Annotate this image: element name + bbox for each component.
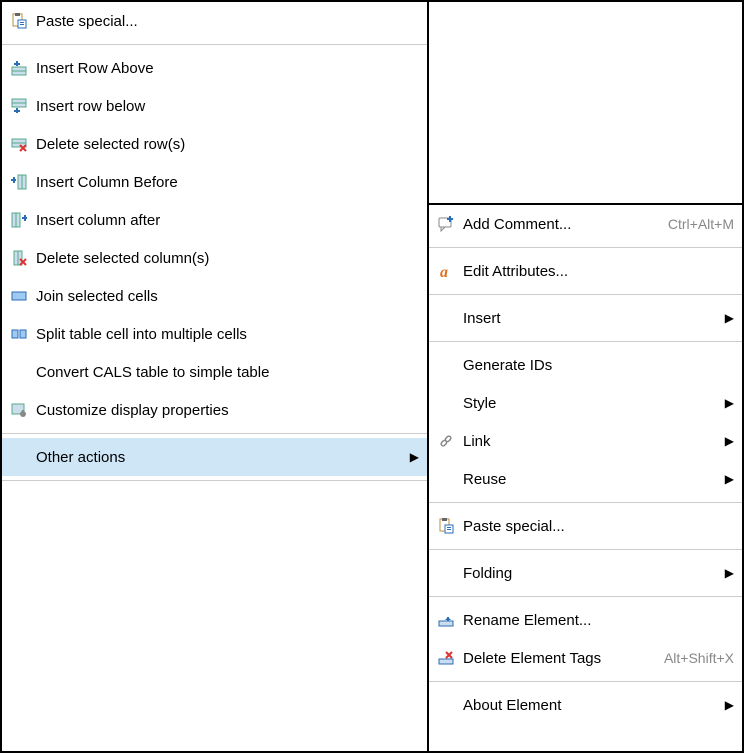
delete-element-tags-icon bbox=[437, 649, 455, 667]
menu-label: Reuse bbox=[463, 471, 722, 488]
submenu-arrow-icon: ▶ bbox=[722, 698, 734, 712]
paste-special-item-right[interactable]: Paste special... bbox=[429, 507, 742, 545]
separator bbox=[429, 341, 742, 342]
delete-selected-columns-item[interactable]: Delete selected column(s) bbox=[2, 239, 427, 277]
separator bbox=[2, 480, 427, 481]
submenu-arrow-icon: ▶ bbox=[407, 450, 419, 464]
separator bbox=[429, 294, 742, 295]
insert-row-above-item[interactable]: Insert Row Above bbox=[2, 49, 427, 87]
separator bbox=[429, 549, 742, 550]
paste-special-icon bbox=[10, 12, 28, 30]
split-table-cell-item[interactable]: Split table cell into multiple cells bbox=[2, 315, 427, 353]
menu-label: Link bbox=[463, 433, 722, 450]
insert-column-before-item[interactable]: Insert Column Before bbox=[2, 163, 427, 201]
insert-column-after-item[interactable]: Insert column after bbox=[2, 201, 427, 239]
svg-text:a: a bbox=[440, 264, 448, 279]
menu-label: Split table cell into multiple cells bbox=[36, 326, 419, 343]
menu-label: Convert CALS table to simple table bbox=[36, 364, 419, 381]
delete-element-tags-item[interactable]: Delete Element Tags Alt+Shift+X bbox=[429, 639, 742, 677]
paste-special-icon bbox=[437, 517, 455, 535]
edit-attributes-icon: a bbox=[437, 262, 455, 280]
separator bbox=[429, 596, 742, 597]
other-actions-item[interactable]: Other actions ▶ bbox=[2, 438, 427, 476]
link-submenu-item[interactable]: Link ▶ bbox=[429, 422, 742, 460]
convert-cals-table-item[interactable]: Convert CALS table to simple table bbox=[2, 353, 427, 391]
menu-label: Other actions bbox=[36, 449, 407, 466]
menu-label: Insert bbox=[463, 310, 722, 327]
delete-rows-icon bbox=[10, 135, 28, 153]
separator bbox=[429, 681, 742, 682]
menu-label: Delete selected column(s) bbox=[36, 250, 419, 267]
submenu-arrow-icon: ▶ bbox=[722, 434, 734, 448]
delete-selected-rows-item[interactable]: Delete selected row(s) bbox=[2, 125, 427, 163]
rename-element-icon bbox=[437, 611, 455, 629]
menu-label: Delete Element Tags bbox=[463, 650, 658, 667]
menu-label: Generate IDs bbox=[463, 357, 734, 374]
separator bbox=[429, 502, 742, 503]
split-cell-icon bbox=[10, 325, 28, 343]
menu-label: Rename Element... bbox=[463, 612, 734, 629]
rename-element-item[interactable]: Rename Element... bbox=[429, 601, 742, 639]
insert-row-above-icon bbox=[10, 59, 28, 77]
menu-label: Style bbox=[463, 395, 722, 412]
menu-label: Add Comment... bbox=[463, 216, 662, 233]
right-submenu: Add Comment... Ctrl+Alt+M a Edit Attribu… bbox=[427, 203, 744, 753]
join-selected-cells-item[interactable]: Join selected cells bbox=[2, 277, 427, 315]
add-comment-icon bbox=[437, 215, 455, 233]
paste-special-item[interactable]: Paste special... bbox=[2, 2, 427, 40]
separator bbox=[2, 433, 427, 434]
submenu-arrow-icon: ▶ bbox=[722, 311, 734, 325]
menu-label: Insert column after bbox=[36, 212, 419, 229]
submenu-arrow-icon: ▶ bbox=[722, 566, 734, 580]
edit-attributes-item[interactable]: a Edit Attributes... bbox=[429, 252, 742, 290]
menu-label: Folding bbox=[463, 565, 722, 582]
about-element-submenu-item[interactable]: About Element ▶ bbox=[429, 686, 742, 724]
menu-label: Edit Attributes... bbox=[463, 263, 734, 280]
add-comment-item[interactable]: Add Comment... Ctrl+Alt+M bbox=[429, 205, 742, 243]
menu-label: Insert Row Above bbox=[36, 60, 419, 77]
separator bbox=[2, 44, 427, 45]
style-submenu-item[interactable]: Style ▶ bbox=[429, 384, 742, 422]
insert-column-after-icon bbox=[10, 211, 28, 229]
shortcut-text: Alt+Shift+X bbox=[664, 650, 734, 666]
menu-label: Paste special... bbox=[36, 13, 419, 30]
insert-submenu-item[interactable]: Insert ▶ bbox=[429, 299, 742, 337]
customize-properties-icon bbox=[10, 401, 28, 419]
insert-row-below-icon bbox=[10, 97, 28, 115]
menu-label: About Element bbox=[463, 697, 722, 714]
folding-submenu-item[interactable]: Folding ▶ bbox=[429, 554, 742, 592]
submenu-arrow-icon: ▶ bbox=[722, 472, 734, 486]
delete-columns-icon bbox=[10, 249, 28, 267]
join-cells-icon bbox=[10, 287, 28, 305]
customize-display-properties-item[interactable]: Customize display properties bbox=[2, 391, 427, 429]
left-context-menu: Paste special... Insert Row Above Insert… bbox=[0, 0, 429, 753]
right-empty-panel bbox=[427, 0, 744, 205]
menu-label: Join selected cells bbox=[36, 288, 419, 305]
menu-label: Delete selected row(s) bbox=[36, 136, 419, 153]
menu-label: Insert row below bbox=[36, 98, 419, 115]
menu-label: Paste special... bbox=[463, 518, 734, 535]
generate-ids-item[interactable]: Generate IDs bbox=[429, 346, 742, 384]
separator bbox=[429, 247, 742, 248]
insert-column-before-icon bbox=[10, 173, 28, 191]
reuse-submenu-item[interactable]: Reuse ▶ bbox=[429, 460, 742, 498]
link-icon bbox=[437, 432, 455, 450]
menu-label: Insert Column Before bbox=[36, 174, 419, 191]
menu-label: Customize display properties bbox=[36, 402, 419, 419]
shortcut-text: Ctrl+Alt+M bbox=[668, 216, 734, 232]
submenu-arrow-icon: ▶ bbox=[722, 396, 734, 410]
insert-row-below-item[interactable]: Insert row below bbox=[2, 87, 427, 125]
